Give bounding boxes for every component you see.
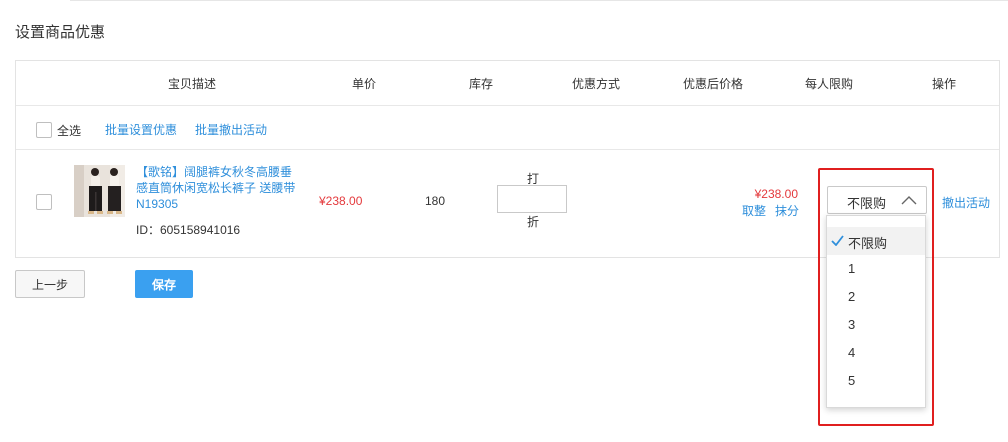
bulk-actions-bar: 全选 批量设置优惠 批量撤出活动	[16, 106, 999, 150]
purchase-limit-select[interactable]: 不限购	[827, 186, 927, 214]
limit-option-2[interactable]: 2	[827, 283, 925, 311]
limit-option-label: 3	[848, 317, 856, 332]
page-title: 设置商品优惠	[15, 24, 106, 41]
batch-set-discount-link[interactable]: 批量设置优惠	[105, 121, 177, 138]
limit-option-label: 不限购	[848, 236, 888, 251]
limit-option-label: 1	[848, 261, 856, 276]
batch-cancel-activity-link[interactable]: 批量撤出活动	[195, 121, 267, 138]
chevron-up-icon	[901, 196, 917, 205]
column-header-price: 单价	[351, 77, 377, 91]
purchase-limit-value: 不限购	[847, 196, 887, 211]
drop-cents-link[interactable]: 抹分	[775, 202, 799, 219]
column-header-after-price: 优惠后价格	[682, 77, 744, 91]
limit-option-4[interactable]: 4	[827, 339, 925, 367]
discount-input[interactable]	[497, 185, 567, 213]
limit-option-1[interactable]: 1	[827, 255, 925, 283]
row-checkbox[interactable]	[36, 194, 52, 210]
discount-suffix-label: 折	[527, 215, 540, 229]
product-id: ID：605158941016	[136, 223, 241, 237]
select-all-label: 全选	[57, 124, 82, 138]
unit-price: ¥238.00	[319, 194, 363, 208]
column-header-action: 操作	[931, 77, 957, 91]
limit-option-unlimited[interactable]: 不限购	[827, 227, 925, 255]
column-header-description: 宝贝描述	[167, 77, 217, 91]
select-all-checkbox[interactable]	[36, 122, 52, 138]
previous-step-button[interactable]: 上一步	[15, 270, 85, 298]
limit-option-label: 5	[848, 373, 856, 388]
column-header-discount-type: 优惠方式	[571, 77, 621, 91]
after-discount-price: ¥238.00	[754, 187, 798, 201]
column-header-purchase-limit: 每人限购	[804, 77, 854, 91]
checkmark-icon	[831, 235, 844, 246]
table-header: 宝贝描述 单价 库存 优惠方式 优惠后价格 每人限购 操作	[16, 61, 999, 106]
purchase-limit-dropdown: 不限购 1 2 3 4 5	[826, 215, 926, 408]
top-divider	[70, 0, 1008, 1]
round-price-link[interactable]: 取整	[742, 202, 766, 219]
product-thumbnail	[74, 165, 125, 217]
limit-option-5[interactable]: 5	[827, 367, 925, 395]
stock-count: 180	[425, 194, 446, 208]
product-title-link[interactable]: 【歌铭】阔腿裤女秋冬高腰垂感直筒休闲宽松长裤子 送腰带N19305	[136, 164, 296, 212]
column-header-stock: 库存	[468, 77, 494, 91]
save-button[interactable]: 保存	[135, 270, 193, 298]
limit-option-3[interactable]: 3	[827, 311, 925, 339]
limit-option-label: 2	[848, 289, 856, 304]
limit-option-label: 4	[848, 345, 856, 360]
withdraw-activity-link[interactable]: 撤出活动	[942, 194, 990, 211]
